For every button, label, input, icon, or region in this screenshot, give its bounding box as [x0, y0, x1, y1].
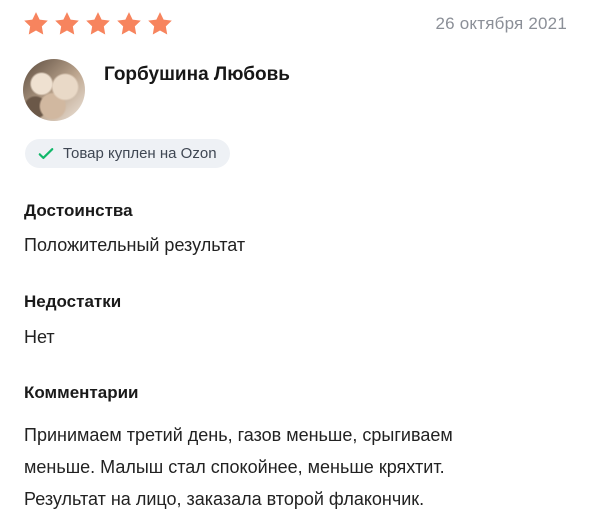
rating-stars	[22, 10, 174, 38]
review-date: 26 октября 2021	[435, 14, 567, 33]
comment-line: Принимаем третий день, газов меньше, сры…	[24, 425, 453, 445]
star-icon	[22, 10, 50, 38]
star-icon	[146, 10, 174, 38]
comment-line: Результат на лицо, заказала второй флако…	[24, 489, 425, 509]
cons-title: Недостатки	[24, 292, 122, 311]
star-icon	[53, 10, 81, 38]
pros-title: Достоинства	[24, 201, 133, 220]
star-icon	[115, 10, 143, 38]
comment-title: Комментарии	[24, 383, 139, 402]
review-card: 26 октября 2021 Горбушина Любовь Товар к…	[0, 0, 591, 530]
cons-text: Нет	[24, 327, 55, 347]
check-icon	[36, 144, 56, 164]
comment-text: Принимаем третий день, газов меньше, сры…	[24, 419, 564, 515]
author-name: Горбушина Любовь	[104, 64, 290, 85]
pros-text: Положительный результат	[24, 235, 246, 255]
purchase-badge-label: Товар куплен на Ozon	[63, 145, 217, 162]
star-icon	[84, 10, 112, 38]
comment-line: меньше. Малыш стал спокойнее, меньше кря…	[24, 457, 445, 477]
avatar	[23, 59, 85, 121]
purchase-badge: Товар куплен на Ozon	[25, 139, 230, 168]
